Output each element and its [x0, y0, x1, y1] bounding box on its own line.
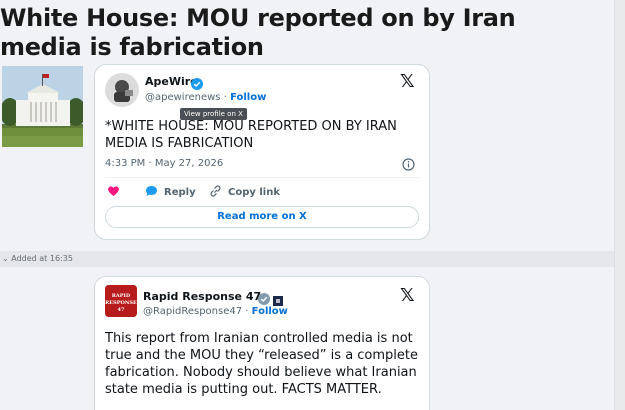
added-timestamp: ⌄ Added at 16:35 — [2, 254, 73, 263]
tweet1-timestamp[interactable]: 4:33 PM · May 27, 2026 — [105, 158, 223, 169]
reply-bubble-icon — [145, 185, 158, 200]
added-timestamp-text: Added at 16:35 — [11, 254, 73, 263]
live-update-separator — [0, 251, 625, 267]
apewire-avatar[interactable] — [105, 73, 139, 107]
page-scrollbar[interactable] — [614, 0, 625, 410]
tweet2-handle[interactable]: @RapidResponse47 — [143, 306, 242, 317]
heart-icon — [107, 185, 120, 200]
svg-text:RAPID: RAPID — [112, 293, 131, 299]
embedded-tweet-apewire[interactable]: ApeWire @apewirenews · Follow 𝕏 *WHITE H… — [94, 64, 430, 240]
view-profile-tooltip: View profile on X — [180, 108, 247, 120]
tweet2-handle-line: @RapidResponse47 · Follow — [143, 306, 288, 317]
embedded-tweet-rapidresponse47[interactable]: RAPID RESPONSE 47 Rapid Response 47 @Rap… — [94, 276, 430, 410]
tweet1-author-name[interactable]: ApeWire — [145, 75, 198, 88]
link-icon — [209, 185, 222, 200]
tweet2-handle-separator: · — [245, 306, 249, 317]
tweet1-author-text[interactable]: ApeWire — [145, 75, 198, 88]
tweet2-author-text[interactable]: Rapid Response 47 — [143, 290, 261, 303]
reply-button[interactable]: Reply — [145, 185, 196, 200]
reply-label: Reply — [164, 187, 196, 198]
info-icon[interactable] — [402, 156, 415, 175]
chevron-down-icon: ⌄ — [2, 254, 9, 263]
like-button[interactable] — [107, 185, 120, 200]
white-house-thumbnail[interactable] — [2, 66, 83, 147]
svg-text:47: 47 — [118, 307, 125, 313]
tweet1-handle[interactable]: @apewirenews — [145, 92, 221, 103]
tweet2-follow-link[interactable]: Follow — [252, 306, 288, 317]
article-headline: White House: MOU reported on by Iran med… — [0, 4, 516, 61]
rapid-response-avatar[interactable]: RAPID RESPONSE 47 — [105, 285, 137, 317]
copy-link-label: Copy link — [228, 187, 280, 198]
svg-text:RESPONSE: RESPONSE — [105, 300, 137, 306]
tweet1-divider — [105, 177, 419, 178]
copy-link-button[interactable]: Copy link — [209, 185, 280, 200]
tweet1-handle-line: @apewirenews · Follow — [145, 92, 266, 103]
x-logo-icon-2[interactable]: 𝕏 — [400, 285, 415, 306]
tweet1-handle-separator: · — [223, 92, 227, 103]
x-logo-icon[interactable]: 𝕏 — [400, 71, 415, 92]
tweet1-text: *WHITE HOUSE: MOU REPORTED ON BY IRAN ME… — [105, 119, 397, 151]
read-more-on-x-button[interactable]: Read more on X — [105, 206, 419, 228]
tweet2-text: This report from Iranian controlled medi… — [105, 331, 419, 397]
tweet2-author-name[interactable]: Rapid Response 47 — [143, 290, 261, 303]
tweet1-follow-link[interactable]: Follow — [230, 92, 266, 103]
